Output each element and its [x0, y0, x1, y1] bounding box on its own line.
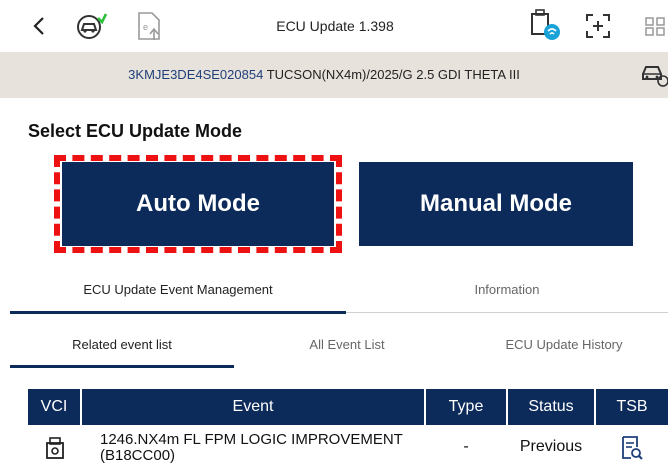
column-header-tsb: TSB: [616, 398, 648, 415]
active-subtab-underline: [10, 365, 234, 368]
event-status: Previous: [519, 438, 583, 455]
tab-information[interactable]: Information: [346, 268, 668, 312]
tsb-cell: [596, 427, 668, 465]
svg-text:e: e: [143, 22, 148, 32]
table-header: VCI Event Type Status TSB: [28, 389, 668, 425]
document-search-icon[interactable]: [620, 435, 644, 461]
top-bar: e ECU Update 1.398: [0, 0, 668, 52]
table-row[interactable]: 1246.NX4m FL FPM LOGIC IMPROVEMENT (B18C…: [28, 427, 668, 465]
event-type: -: [463, 438, 469, 455]
column-header-event: Event: [232, 398, 274, 415]
column-header-type: Type: [448, 398, 484, 415]
vehicle-gear-icon[interactable]: [74, 10, 108, 42]
tab-ecu-update-event-management[interactable]: ECU Update Event Management: [10, 268, 346, 312]
vci-cell: [28, 427, 80, 465]
column-header-vci: VCI: [40, 398, 68, 415]
vehicle-info: 3KMJE3DE4SE020854 TUCSON(NX4m)/2025/G 2.…: [0, 52, 668, 98]
tab-divider: [346, 312, 668, 313]
car-check-icon[interactable]: [640, 63, 668, 87]
vehicle-info-bar: 3KMJE3DE4SE020854 TUCSON(NX4m)/2025/G 2.…: [0, 52, 668, 98]
auto-mode-button[interactable]: Auto Mode: [62, 162, 334, 246]
vci-device-icon: [46, 437, 64, 459]
manual-mode-button[interactable]: Manual Mode: [359, 162, 633, 246]
tab-ecu-update-history[interactable]: ECU Update History: [460, 325, 668, 365]
vehicle-model: TUCSON(NX4m)/2025/G 2.5 GDI THETA III: [266, 67, 520, 82]
chevron-left-icon[interactable]: [28, 13, 50, 39]
document-upload-icon[interactable]: e: [134, 10, 164, 42]
secondary-tabs: Related event list All Event List ECU Up…: [0, 325, 668, 369]
primary-tabs: ECU Update Event Management Information: [0, 268, 668, 314]
page-title: ECU Update 1.398: [276, 18, 394, 34]
section-title: Select ECU Update Mode: [28, 121, 243, 141]
tab-related-event-list[interactable]: Related event list: [10, 325, 234, 365]
column-header-status: Status: [528, 398, 574, 415]
vin-number: 3KMJE3DE4SE020854: [128, 67, 264, 82]
tab-all-event-list[interactable]: All Event List: [234, 325, 460, 365]
event-name: 1246.NX4m FL FPM LOGIC IMPROVEMENT (B18C…: [100, 431, 403, 464]
ecu-wireless-icon[interactable]: [527, 8, 563, 42]
expand-icon[interactable]: [584, 12, 612, 40]
active-tab-underline: [10, 311, 346, 314]
grid-icon[interactable]: [644, 14, 668, 38]
